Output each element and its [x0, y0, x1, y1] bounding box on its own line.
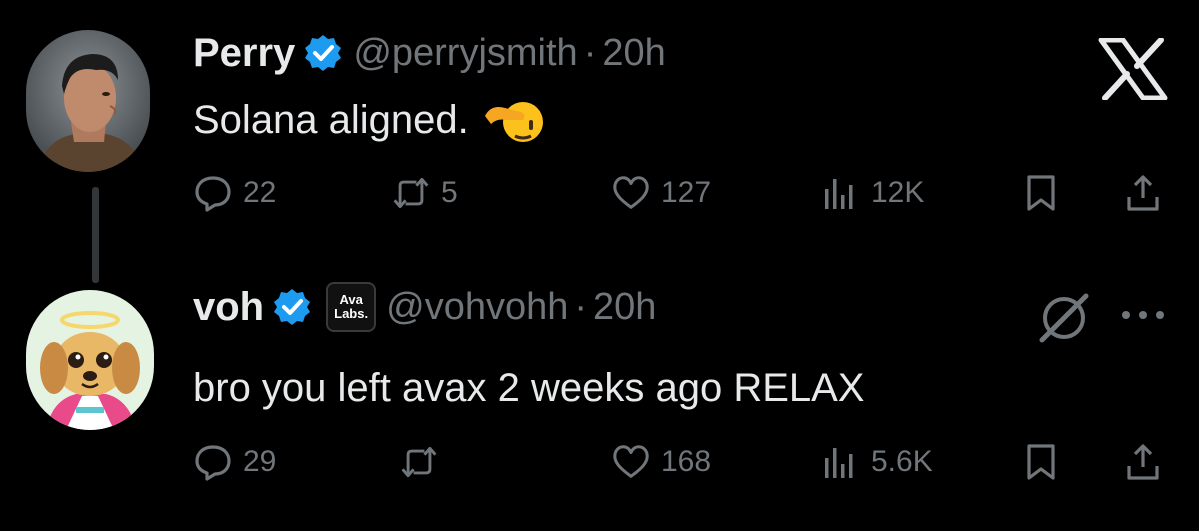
tweet-actions: 22 5 127 12K: [193, 168, 1173, 218]
views-count: 5.6K: [871, 445, 933, 478]
more-dots-icon[interactable]: [1118, 300, 1168, 330]
affiliate-badge-line2: Labs.: [334, 306, 369, 321]
tweet-text-content: bro you left avax 2 weeks ago RELAX: [193, 365, 865, 410]
handle[interactable]: @vohvohh: [386, 286, 568, 329]
bookmark-icon: [1027, 444, 1055, 480]
like-count: 168: [661, 445, 712, 478]
share-icon: [1127, 175, 1159, 211]
tweet-perry[interactable]: Perry @perryjsmith · 20h Solana aligned.…: [0, 0, 1199, 260]
verified-badge-icon[interactable]: [303, 33, 343, 73]
verified-badge-icon[interactable]: [272, 287, 312, 327]
share-button[interactable]: [1123, 168, 1163, 218]
share-button[interactable]: [1123, 437, 1163, 487]
views-icon: [825, 448, 853, 478]
heart-icon: [613, 176, 649, 209]
heart-icon: [613, 445, 649, 478]
reply-icon: [195, 176, 231, 212]
avatar[interactable]: [26, 30, 150, 172]
reply-count: 29: [243, 445, 277, 478]
views-button[interactable]: 5.6K: [821, 437, 933, 487]
reply-count: 22: [243, 176, 277, 209]
views-count: 12K: [871, 176, 925, 209]
tweet-text: Solana aligned.: [193, 92, 545, 148]
like-count: 127: [661, 176, 712, 209]
like-button[interactable]: 168: [611, 437, 711, 487]
like-button[interactable]: 127: [611, 168, 711, 218]
repost-icon: [401, 446, 437, 478]
timestamp[interactable]: 20h: [593, 286, 656, 329]
grok-icon[interactable]: [1036, 290, 1092, 346]
affiliate-badge-ava-labs[interactable]: Ava Labs.: [326, 282, 377, 332]
repost-icon: [393, 177, 429, 209]
display-name[interactable]: voh: [193, 285, 264, 330]
reply-button[interactable]: 22: [193, 168, 276, 218]
tweet-voh[interactable]: voh Ava Labs. @vohvohh · 20h bro you lef…: [0, 260, 1199, 531]
repost-count: 5: [441, 176, 458, 209]
reply-icon: [195, 445, 231, 481]
reply-button[interactable]: 29: [193, 437, 276, 487]
tweet-text: bro you left avax 2 weeks ago RELAX: [193, 360, 864, 416]
saluting-face-emoji-icon: [484, 102, 543, 142]
handle[interactable]: @perryjsmith: [353, 32, 577, 75]
display-name[interactable]: Perry: [193, 31, 295, 76]
affiliate-badge-line1: Ava: [339, 292, 363, 307]
tweet-actions: 29 168 5.6K: [193, 437, 1173, 487]
bookmark-button[interactable]: [1021, 168, 1061, 218]
avatar[interactable]: [26, 290, 154, 430]
separator-dot: ·: [574, 285, 588, 328]
bookmark-button[interactable]: [1021, 437, 1061, 487]
views-icon: [825, 179, 853, 209]
separator-dot: ·: [583, 31, 597, 74]
views-button[interactable]: 12K: [821, 168, 924, 218]
bookmark-icon: [1027, 175, 1055, 211]
share-icon: [1127, 444, 1159, 480]
avatar-voh-image: [26, 290, 154, 430]
tweet-text-content: Solana aligned.: [193, 97, 469, 142]
avatar-perry-image: [26, 30, 150, 172]
repost-button[interactable]: [399, 437, 439, 487]
timestamp[interactable]: 20h: [602, 32, 665, 75]
repost-button[interactable]: 5: [391, 168, 458, 218]
